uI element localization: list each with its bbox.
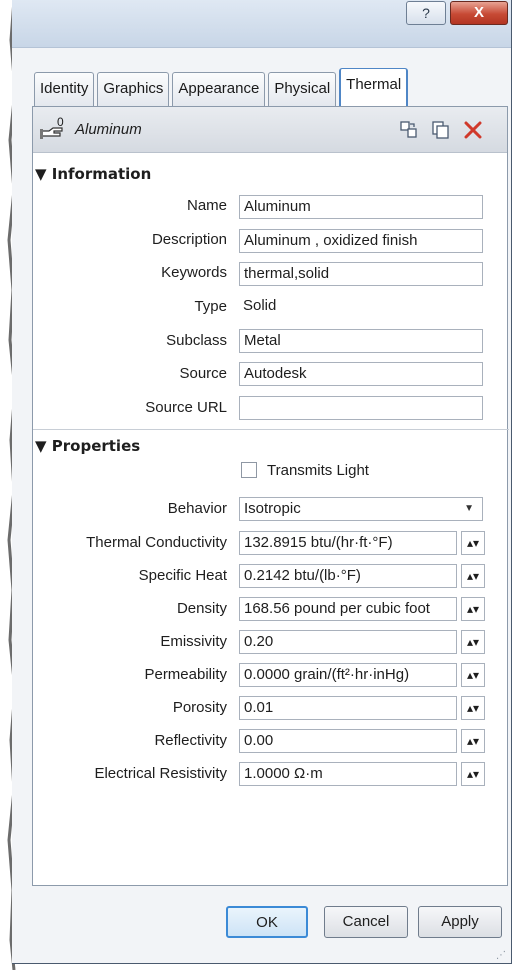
source-field[interactable]: Autodesk xyxy=(239,362,483,386)
spinner-icon[interactable]: ▴▾ xyxy=(461,531,485,555)
source-url-field[interactable] xyxy=(239,396,483,420)
material-count: 0 xyxy=(57,115,64,129)
source-url-label: Source URL xyxy=(145,399,227,416)
title-bar: ? X xyxy=(12,0,511,48)
density-field[interactable]: 168.56 pound per cubic foot xyxy=(239,597,457,621)
tab-graphics[interactable]: Graphics xyxy=(97,72,170,106)
material-header: 0 Aluminum xyxy=(33,107,507,153)
help-button[interactable]: ? xyxy=(406,1,446,25)
duplicate-icon[interactable] xyxy=(399,120,419,140)
permeability-label: Permeability xyxy=(144,666,227,683)
tab-strip: Identity Graphics Appearance Physical Th… xyxy=(34,68,409,106)
electrical-resistivity-field[interactable]: 1.0000 Ω·m xyxy=(239,762,457,786)
delete-icon[interactable] xyxy=(463,120,483,140)
tab-thermal[interactable]: Thermal xyxy=(339,68,409,106)
subclass-label: Subclass xyxy=(166,332,227,349)
properties-section-header[interactable]: ▼ Properties xyxy=(35,437,140,455)
name-label: Name xyxy=(186,197,227,214)
resize-grip-icon[interactable]: ⋰ xyxy=(496,950,506,961)
keywords-field[interactable]: thermal,solid xyxy=(239,262,483,286)
tab-appearance[interactable]: Appearance xyxy=(172,72,266,106)
copy-icon[interactable] xyxy=(431,120,451,140)
spinner-icon[interactable]: ▴▾ xyxy=(461,762,485,786)
tab-physical[interactable]: Physical xyxy=(268,72,337,106)
ok-button[interactable]: OK xyxy=(226,906,308,938)
behavior-value: Isotropic xyxy=(244,500,301,517)
description-field[interactable]: Aluminum , oxidized finish xyxy=(239,229,483,253)
spinner-icon[interactable]: ▴▾ xyxy=(461,630,485,654)
behavior-label: Behavior xyxy=(167,500,227,517)
subclass-field[interactable]: Metal xyxy=(239,329,483,353)
permeability-field[interactable]: 0.0000 grain/(ft²·hr·inHg) xyxy=(239,663,457,687)
transmits-light-checkbox[interactable] xyxy=(241,462,257,478)
thermal-conductivity-label: Thermal Conductivity xyxy=(86,534,227,551)
emissivity-field[interactable]: 0.20 xyxy=(239,630,457,654)
spinner-icon[interactable]: ▴▾ xyxy=(461,564,485,588)
behavior-dropdown[interactable]: Isotropic ▼ xyxy=(239,497,483,521)
cancel-button[interactable]: Cancel xyxy=(324,906,408,938)
dropdown-arrow-icon: ▼ xyxy=(464,503,474,514)
porosity-label: Porosity xyxy=(172,699,227,716)
tab-identity[interactable]: Identity xyxy=(34,72,95,106)
thermal-panel: 0 Aluminum ▼ Information Name Aluminum D… xyxy=(32,106,509,886)
spinner-icon[interactable]: ▴▾ xyxy=(461,597,485,621)
transmits-light-label: Transmits Light xyxy=(267,462,369,479)
spinner-icon[interactable]: ▴▾ xyxy=(461,663,485,687)
section-divider xyxy=(33,429,509,430)
type-label: Type xyxy=(194,298,227,315)
thermal-conductivity-field[interactable]: 132.8915 btu/(hr·ft·°F) xyxy=(239,531,457,555)
reflectivity-field[interactable]: 0.00 xyxy=(239,729,457,753)
spinner-icon[interactable]: ▴▾ xyxy=(461,729,485,753)
porosity-field[interactable]: 0.01 xyxy=(239,696,457,720)
specific-heat-field[interactable]: 0.2142 btu/(lb·°F) xyxy=(239,564,457,588)
apply-button[interactable]: Apply xyxy=(418,906,502,938)
description-label: Description xyxy=(151,231,227,248)
information-section-header[interactable]: ▼ Information xyxy=(35,165,151,183)
spinner-icon[interactable]: ▴▾ xyxy=(461,696,485,720)
specific-heat-label: Specific Heat xyxy=(138,567,227,584)
source-label: Source xyxy=(179,365,227,382)
electrical-resistivity-label: Electrical Resistivity xyxy=(94,765,227,782)
type-value: Solid xyxy=(239,295,483,319)
name-field[interactable]: Aluminum xyxy=(239,195,483,219)
keywords-label: Keywords xyxy=(161,264,227,281)
reflectivity-label: Reflectivity xyxy=(154,732,227,749)
material-editor-dialog: ? X Identity Graphics Appearance Physica… xyxy=(12,0,512,964)
material-name: Aluminum xyxy=(75,121,142,138)
emissivity-label: Emissivity xyxy=(160,633,227,650)
close-button[interactable]: X xyxy=(450,1,508,25)
density-label: Density xyxy=(176,600,227,617)
